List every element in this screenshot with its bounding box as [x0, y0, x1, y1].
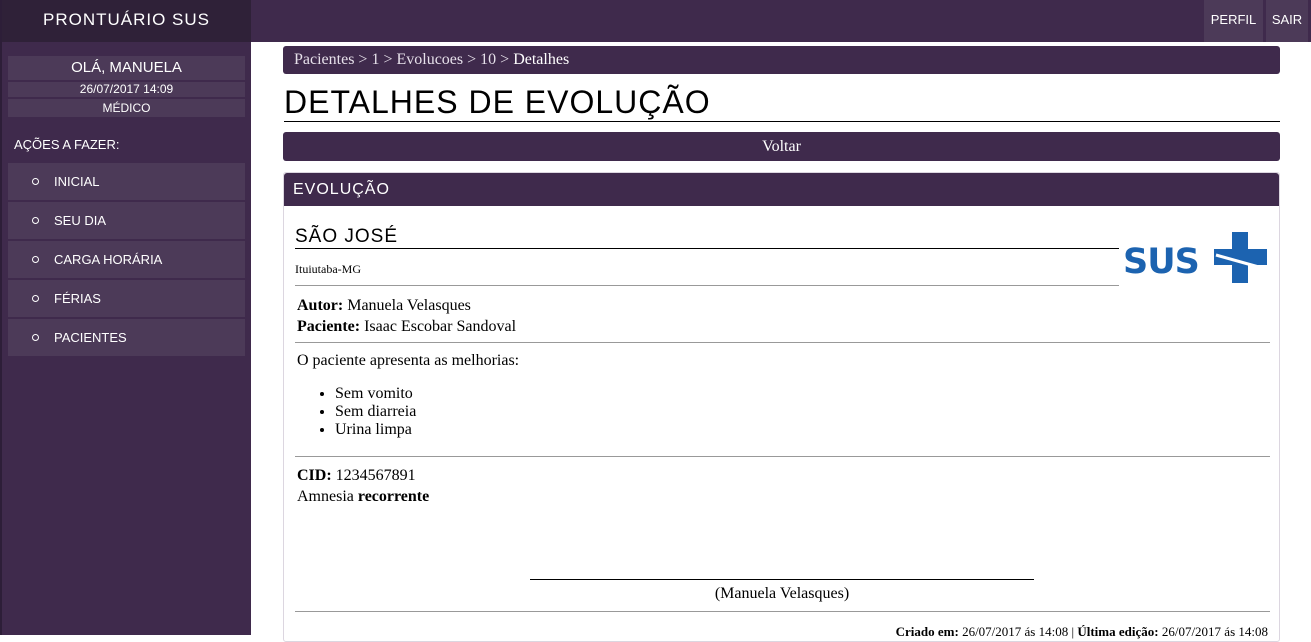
- breadcrumb-separator: >: [383, 51, 393, 68]
- breadcrumb-link-patient-id[interactable]: 1: [371, 51, 379, 68]
- divider: [295, 456, 1270, 457]
- sidebar-item-label: CARGA HORÁRIA: [54, 252, 163, 267]
- sidebar-item-label: FÉRIAS: [54, 291, 101, 306]
- breadcrumb-link-pacientes[interactable]: Pacientes: [294, 51, 354, 68]
- evolution-intro: O paciente apresenta as melhorias:: [297, 352, 520, 369]
- improvements-list: Sem vomito Sem diarreia Urina limpa: [316, 385, 416, 439]
- list-item: Sem diarreia: [335, 403, 416, 421]
- list-item: Sem vomito: [335, 385, 416, 403]
- circle-bullet-icon: [32, 334, 39, 341]
- top-bar: PERFIL SAIR: [251, 0, 1311, 42]
- sus-logo-text: SUS: [1123, 242, 1199, 282]
- divider: [295, 611, 1270, 612]
- patient-label: Paciente:: [297, 318, 361, 335]
- page-title: DETALHES DE EVOLUÇÃO: [284, 84, 1280, 122]
- back-button[interactable]: Voltar: [283, 132, 1280, 161]
- sidebar-item-label: SEU DIA: [54, 213, 107, 228]
- user-greeting: OLÁ, MANUELA: [8, 56, 245, 80]
- breadcrumb: Pacientes > 1 > Evolucoes > 10 > Detalhe…: [283, 46, 1280, 74]
- clinic-city: Ituiutaba-MG: [295, 260, 1119, 286]
- profile-button[interactable]: PERFIL: [1204, 0, 1263, 42]
- breadcrumb-separator: >: [358, 51, 368, 68]
- patient-name: Isaac Escobar Sandoval: [364, 318, 517, 335]
- diagnosis-text: Amnesia: [297, 488, 354, 505]
- signature-line: [530, 579, 1034, 580]
- breadcrumb-link-evolution-id[interactable]: 10: [480, 51, 496, 68]
- user-role: MÉDICO: [8, 99, 245, 117]
- edited-date: 26/07/2017 ás 14:08: [1161, 624, 1268, 639]
- sidebar-item-ferias[interactable]: FÉRIAS: [8, 280, 245, 317]
- cross-icon: [1214, 232, 1267, 283]
- edited-label: Última edição:: [1077, 624, 1159, 639]
- author-label: Autor:: [297, 297, 344, 314]
- sidebar-item-pacientes[interactable]: PACIENTES: [8, 319, 245, 356]
- cid-label: CID:: [297, 467, 332, 484]
- user-datetime: 26/07/2017 14:09: [8, 82, 245, 97]
- author-name: Manuela Velasques: [347, 297, 471, 314]
- divider: [295, 342, 1270, 343]
- sidebar-item-seu-dia[interactable]: SEU DIA: [8, 202, 245, 239]
- signature-name: (Manuela Velasques): [714, 585, 850, 602]
- created-date: 26/07/2017 ás 14:08: [962, 624, 1069, 639]
- breadcrumb-current: Detalhes: [513, 51, 570, 68]
- evolution-panel: EVOLUÇÃO SÃO JOSÉ Ituiutaba-MG SUS Autor…: [283, 172, 1280, 642]
- cid-info: CID: 1234567891 Amnesia recorrente: [297, 465, 429, 507]
- sidebar-item-inicial[interactable]: INICIAL: [8, 163, 245, 200]
- circle-bullet-icon: [32, 217, 39, 224]
- actions-title: AÇÕES A FAZER:: [14, 137, 120, 152]
- sidebar-menu: INICIAL SEU DIA CARGA HORÁRIA FÉRIAS PAC…: [8, 163, 245, 358]
- panel-header: EVOLUÇÃO: [284, 173, 1279, 206]
- breadcrumb-separator: >: [467, 51, 477, 68]
- sidebar-item-carga-horaria[interactable]: CARGA HORÁRIA: [8, 241, 245, 278]
- sidebar: PRONTUÁRIO SUS OLÁ, MANUELA 26/07/2017 1…: [0, 0, 251, 635]
- circle-bullet-icon: [32, 256, 39, 263]
- list-item: Urina limpa: [335, 421, 416, 439]
- breadcrumb-separator: >: [500, 51, 510, 68]
- diagnosis-qualifier: recorrente: [357, 488, 430, 505]
- cid-code: 1234567891: [335, 467, 416, 484]
- app-title[interactable]: PRONTUÁRIO SUS: [2, 0, 251, 42]
- author-info: Autor: Manuela Velasques Paciente: Isaac…: [297, 295, 516, 337]
- sus-logo: SUS: [1123, 232, 1267, 283]
- logout-button[interactable]: SAIR: [1266, 0, 1308, 42]
- circle-bullet-icon: [32, 295, 39, 302]
- created-label: Criado em:: [895, 624, 959, 639]
- circle-bullet-icon: [32, 178, 39, 185]
- breadcrumb-link-evolucoes[interactable]: Evolucoes: [396, 51, 463, 68]
- clinic-name: SÃO JOSÉ: [295, 227, 1119, 249]
- record-metadata: Criado em: 26/07/2017 ás 14:08 | Última …: [895, 624, 1268, 639]
- sidebar-item-label: PACIENTES: [54, 330, 127, 345]
- sidebar-item-label: INICIAL: [54, 174, 100, 189]
- user-info: OLÁ, MANUELA 26/07/2017 14:09 MÉDICO: [8, 56, 245, 119]
